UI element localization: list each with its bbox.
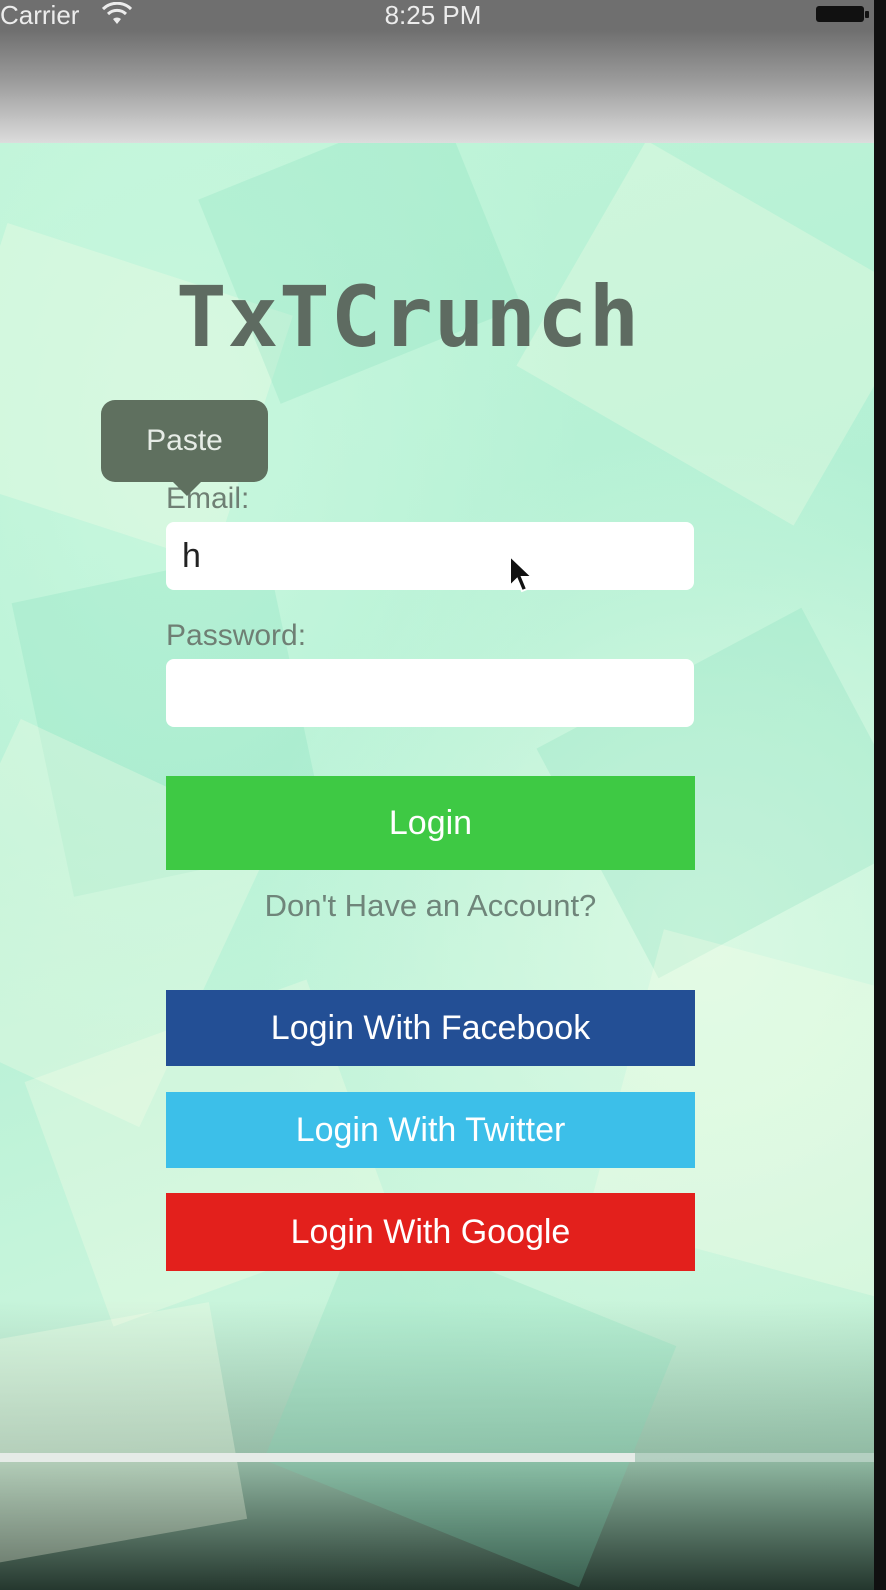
login-facebook-button[interactable]: Login With Facebook bbox=[166, 990, 695, 1066]
navigation-bar bbox=[0, 30, 886, 143]
password-label: Password: bbox=[166, 619, 307, 652]
window-edge bbox=[874, 0, 886, 1590]
battery-icon bbox=[816, 6, 869, 22]
login-google-button[interactable]: Login With Google bbox=[166, 1193, 695, 1271]
paste-menu-button[interactable]: Paste bbox=[101, 400, 268, 496]
login-button[interactable]: Login bbox=[166, 776, 695, 870]
video-progress-bar[interactable] bbox=[0, 1453, 874, 1462]
video-progress-fill bbox=[0, 1453, 636, 1462]
mouse-pointer-icon bbox=[509, 554, 535, 593]
no-account-link[interactable]: Don't Have an Account? bbox=[166, 888, 695, 924]
app-title: TxTCrunch bbox=[176, 268, 641, 366]
phone-screen: Carrier 8:25 PM TxTCrunch Email: h Paste… bbox=[0, 0, 886, 1590]
login-twitter-button[interactable]: Login With Twitter bbox=[166, 1092, 695, 1168]
status-time: 8:25 PM bbox=[384, 0, 482, 30]
status-bar: Carrier 8:25 PM bbox=[0, 0, 886, 30]
email-field[interactable]: h bbox=[166, 522, 694, 590]
password-field[interactable] bbox=[166, 659, 694, 727]
